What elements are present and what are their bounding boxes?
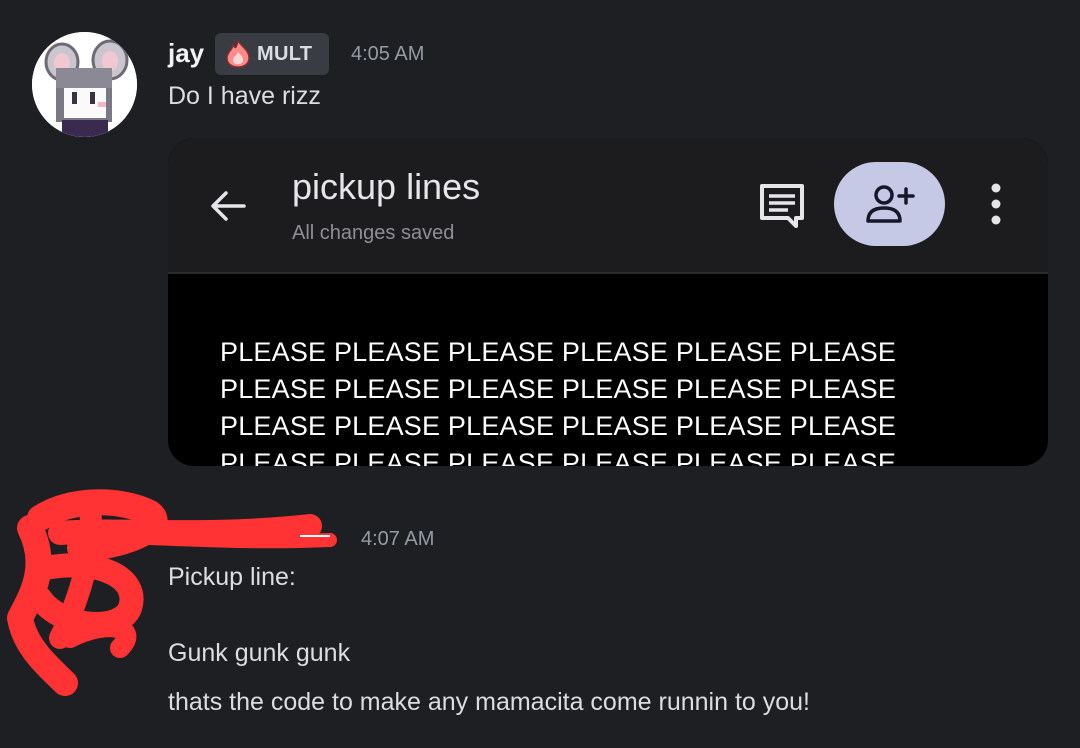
doc-line: PLEASE PLEASE PLEASE PLEASE PLEASE PLEAS… xyxy=(220,374,897,404)
tag-label: MULT xyxy=(257,42,313,65)
message-text-line: thats the code to make any mamacita come… xyxy=(168,688,811,716)
doc-line: PLEASE PLEASE PLEASE PLEASE PLEASE PLEAS… xyxy=(220,448,897,466)
doc-body: PLEASE PLEASE PLEASE PLEASE PLEASE PLEAS… xyxy=(220,334,980,466)
message-text-line: Gunk gunk gunk xyxy=(168,639,351,667)
server-tag[interactable]: MULT xyxy=(215,33,329,75)
more-vert-icon xyxy=(991,183,1001,225)
attached-image[interactable]: pickup lines All changes saved PLEASE PL… xyxy=(168,138,1048,466)
doc-line: PLEASE PLEASE PLEASE PLEASE PLEASE PLEAS… xyxy=(220,411,897,441)
doc-status: All changes saved xyxy=(292,222,455,244)
doc-title: pickup lines xyxy=(292,166,481,207)
timestamp: 4:05 AM xyxy=(351,43,425,65)
doc-line: PLEASE PLEASE PLEASE PLEASE PLEASE PLEAS… xyxy=(220,337,897,367)
username[interactable]: jay xyxy=(168,38,204,69)
avatar[interactable] xyxy=(32,32,137,137)
back-arrow-icon xyxy=(211,191,246,221)
message-text-line: Pickup line: xyxy=(168,563,296,591)
flame-icon xyxy=(226,39,250,68)
comment-icon xyxy=(760,184,804,228)
share-button xyxy=(834,162,945,246)
avatar-image xyxy=(32,32,137,137)
doc-app-bar: pickup lines All changes saved xyxy=(168,138,1048,274)
message-text: Do I have rizz xyxy=(168,82,321,110)
timestamp: 4:07 AM xyxy=(361,528,435,550)
add-person-icon xyxy=(865,185,915,223)
